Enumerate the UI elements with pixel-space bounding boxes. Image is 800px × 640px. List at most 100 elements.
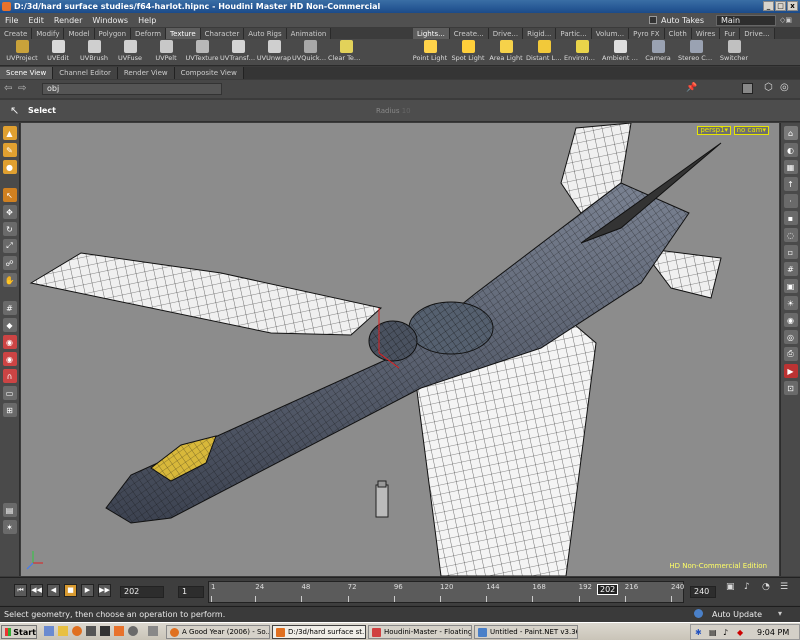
- play-button[interactable]: ▶: [81, 584, 94, 597]
- task-paintnet[interactable]: Untitled - Paint.NET v3.36: [474, 625, 578, 639]
- snap-prim-icon[interactable]: ◆: [2, 318, 17, 332]
- step-back-button[interactable]: ◀◀: [30, 584, 43, 597]
- spot-light-tool-button[interactable]: Spot Light: [450, 39, 486, 66]
- jump-start-button[interactable]: ⏮: [14, 584, 27, 597]
- shelf-tab-pyro-fx6[interactable]: Pyro FX: [629, 28, 665, 39]
- back-arrow-icon[interactable]: ⇦: [4, 83, 12, 94]
- close-button[interactable]: x: [787, 1, 798, 11]
- snap-grid-icon[interactable]: #: [2, 301, 17, 315]
- stop-button[interactable]: ■: [64, 584, 77, 597]
- shelf-tab-drive-2[interactable]: Drive...: [488, 28, 524, 39]
- ambient-light-tool-button[interactable]: Ambient L...: [602, 39, 638, 66]
- background-icon[interactable]: ▣: [783, 279, 798, 293]
- shelf-tab-create[interactable]: Create: [0, 28, 33, 39]
- rotate-tool-icon[interactable]: ↻: [2, 222, 17, 236]
- play-reverse-button[interactable]: ◀: [47, 584, 60, 597]
- step-forward-button[interactable]: ▶▶: [98, 584, 111, 597]
- quicklaunch-app-icon[interactable]: [86, 626, 96, 636]
- shading-mode-icon[interactable]: ◐: [783, 143, 798, 157]
- path-field[interactable]: obj: [42, 83, 222, 95]
- task-browser[interactable]: A Good Year (2006) - So...: [166, 625, 270, 639]
- select-mode-icon[interactable]: ▭: [2, 386, 17, 400]
- task-houdini-floating[interactable]: Houdini-Master - Floating...: [368, 625, 472, 639]
- auto-takes-checkbox[interactable]: [648, 16, 657, 24]
- switcher-tool-button[interactable]: Switcher: [716, 39, 752, 66]
- shelf-tab-auto-rigs[interactable]: Auto Rigs: [244, 28, 287, 39]
- scene-viewport[interactable]: persp1▾ no cam▾ HD Non-Commercial Editio…: [21, 123, 779, 576]
- shelf-tab-fur9[interactable]: Fur: [720, 28, 741, 39]
- maximize-button[interactable]: □: [775, 1, 786, 11]
- display-normals-icon[interactable]: ↑: [783, 177, 798, 191]
- ghost-icon[interactable]: ◌: [783, 228, 798, 242]
- uvedit-tool-button[interactable]: UVEdit: [40, 39, 76, 66]
- transform-tool-icon[interactable]: ✥: [2, 205, 17, 219]
- quicklaunch-explorer-icon[interactable]: [58, 626, 68, 636]
- shelf-tab-rigid-3[interactable]: Rigid...: [523, 28, 557, 39]
- shelf-tab-modify[interactable]: Modify: [32, 28, 65, 39]
- shelf-tab-polygon[interactable]: Polygon: [94, 28, 132, 39]
- view-tool-icon[interactable]: ✋: [2, 273, 17, 287]
- paint-tool-icon[interactable]: ✎: [2, 143, 17, 157]
- isolate-icon[interactable]: ◎: [783, 330, 798, 344]
- pose-tool-icon[interactable]: ☍: [2, 256, 17, 270]
- snap-multi-icon[interactable]: ◉: [2, 352, 17, 366]
- timeline-slider[interactable]: 1 24 48 72 96 120 144 168 192 216 240 202: [208, 581, 684, 603]
- clear-texture-tool-button[interactable]: Clear Text...: [328, 39, 364, 66]
- render-region-icon[interactable]: ⊡: [783, 381, 798, 395]
- camera-tool-button[interactable]: Camera: [640, 39, 676, 66]
- shelf-tab-character[interactable]: Character: [200, 28, 245, 39]
- menu-edit[interactable]: Edit: [23, 16, 49, 25]
- shelf-tab-deform[interactable]: Deform: [131, 28, 167, 39]
- current-frame-marker[interactable]: 202: [597, 584, 619, 595]
- shelf-tab-model[interactable]: Model: [64, 28, 95, 39]
- handle-tool-icon[interactable]: ▲: [2, 126, 17, 140]
- select-tool-icon[interactable]: ↖: [2, 188, 17, 202]
- radius-value[interactable]: 10: [402, 107, 411, 115]
- view-camera-dropdown[interactable]: no cam▾: [733, 126, 769, 135]
- snap-point-icon[interactable]: ◉: [2, 335, 17, 349]
- snapshot-icon[interactable]: ⎙: [783, 347, 798, 361]
- pin-icon[interactable]: 📌: [686, 83, 697, 93]
- end-frame-field[interactable]: 240: [690, 586, 716, 598]
- environment-light-tool-button[interactable]: Environm...: [564, 39, 600, 66]
- wireframe-icon[interactable]: ▦: [783, 160, 798, 174]
- menu-file[interactable]: File: [0, 16, 23, 25]
- flipbook-icon[interactable]: ▶: [783, 364, 798, 378]
- security-icon[interactable]: ◆: [737, 628, 743, 637]
- tab-composite-view[interactable]: Composite View: [174, 67, 244, 79]
- shelf-tab-create-1[interactable]: Create...: [449, 28, 489, 39]
- shelf-tab-cloth7[interactable]: Cloth: [664, 28, 692, 39]
- quicklaunch-spiral-icon[interactable]: [128, 626, 138, 636]
- brush-tool-icon[interactable]: ●: [2, 160, 17, 174]
- point-light-tool-button[interactable]: Point Light: [412, 39, 448, 66]
- camera-dropdown[interactable]: persp1▾: [697, 126, 731, 135]
- lights-icon[interactable]: ⬡: [764, 82, 773, 93]
- step-field[interactable]: 1: [178, 586, 204, 598]
- uvfuse-tool-button[interactable]: UVFuse: [112, 39, 148, 66]
- shelf-tab-lights-0[interactable]: Lights...: [413, 28, 450, 39]
- real-time-icon[interactable]: ◔: [762, 582, 770, 592]
- audio-icon[interactable]: ♪: [744, 582, 750, 592]
- grid-toggle-icon[interactable]: #: [783, 262, 798, 276]
- uvproject-tool-button[interactable]: UVProject: [4, 39, 40, 66]
- home-view-icon[interactable]: ⌂: [783, 126, 798, 140]
- aircraft-model[interactable]: [21, 123, 779, 576]
- keyframe-icon[interactable]: ▣: [726, 582, 735, 592]
- clock[interactable]: 9:04 PM: [757, 628, 789, 637]
- tab-render-view[interactable]: Render View: [117, 67, 175, 79]
- shelf-tab-volum-5[interactable]: Volum...: [591, 28, 630, 39]
- desktop-dropdown[interactable]: Main: [716, 14, 776, 26]
- minimize-button[interactable]: _: [763, 1, 774, 11]
- network-icon[interactable]: ▤: [709, 628, 717, 637]
- visibility-icon[interactable]: ◉: [783, 313, 798, 327]
- auto-update-label[interactable]: Auto Update: [712, 610, 762, 619]
- shelf-tab-texture[interactable]: Texture: [166, 28, 201, 39]
- uvquickshade-tool-button[interactable]: UVQuickS...: [292, 39, 328, 66]
- quicklaunch-desktop-icon[interactable]: [44, 626, 54, 636]
- menu-extras-icons[interactable]: ◇▣: [780, 16, 800, 24]
- camera-menu-icon[interactable]: ◎: [780, 82, 789, 93]
- start-button[interactable]: Start: [1, 625, 37, 639]
- menu-windows[interactable]: Windows: [87, 16, 133, 25]
- uvtexture-tool-button[interactable]: UVTexture: [184, 39, 220, 66]
- shelf-tab-animation[interactable]: Animation: [286, 28, 332, 39]
